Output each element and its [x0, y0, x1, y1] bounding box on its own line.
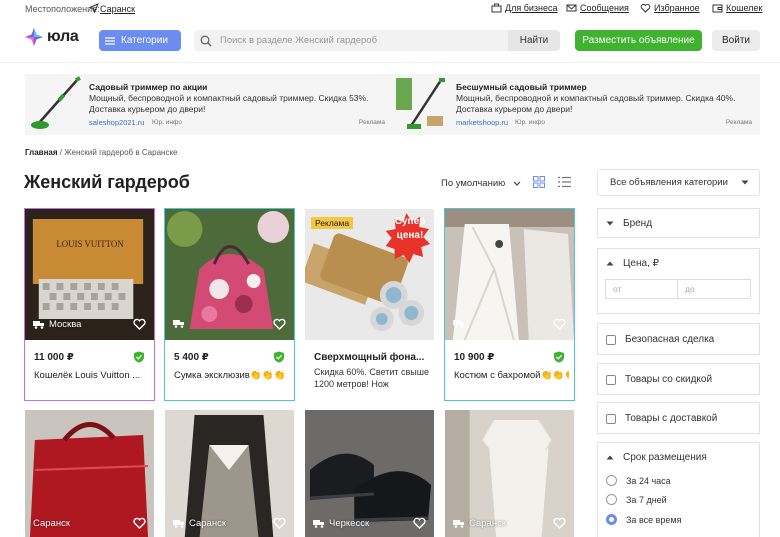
- verified-shield-icon: [274, 351, 284, 363]
- verified-shield-icon: [554, 351, 564, 363]
- delivery-filter[interactable]: Товары с доставкой: [597, 402, 760, 434]
- briefcase-icon: [491, 3, 502, 13]
- chevron-down-icon: [606, 221, 614, 226]
- listing-card[interactable]: 5 400 ₽ Сумка эксклюзив👏👏👏: [164, 208, 295, 401]
- brand-filter[interactable]: Бренд: [597, 208, 760, 238]
- favorites-link[interactable]: Избранное: [640, 3, 700, 13]
- listing-city: Саранск: [453, 518, 506, 529]
- delivery-truck-icon: [173, 520, 184, 528]
- chevron-up-icon: [606, 261, 614, 266]
- trimmer-image: [396, 78, 445, 129]
- listing-title: Костюм с бахромой👏👏👏: [454, 370, 569, 381]
- search-icon: [200, 35, 212, 46]
- trimmer-image: [31, 76, 81, 129]
- search-placeholder: Поиск в разделе Женский гардероб: [220, 35, 378, 46]
- safe-deal-checkbox[interactable]: [606, 334, 616, 345]
- search-input[interactable]: Поиск в разделе Женский гардероб: [194, 30, 508, 51]
- business-link[interactable]: Для бизнеса: [491, 3, 558, 13]
- categories-button[interactable]: Категории: [99, 30, 181, 51]
- wallet-icon: [712, 4, 723, 13]
- listing-city: [453, 319, 465, 328]
- radio-button-selected[interactable]: [606, 514, 617, 525]
- logo-text: юла: [47, 28, 79, 45]
- listing-card[interactable]: Черкесск: [304, 409, 435, 537]
- listing-title: Сверхмощный фона...: [314, 352, 425, 363]
- delivery-truck-icon: [453, 520, 464, 528]
- favorite-heart-icon[interactable]: [273, 318, 286, 330]
- menu-icon: [105, 36, 115, 45]
- listing-title: Кошелёк Louis Vuitton ...: [34, 370, 141, 381]
- heart-icon: [640, 3, 651, 13]
- top-strip: Местоположение: Саранск Для бизнеса Сооб…: [0, 0, 780, 20]
- favorite-heart-icon[interactable]: [553, 318, 566, 330]
- listing-city: Саранск: [173, 518, 226, 529]
- period-option-7d[interactable]: За 7 дней: [606, 494, 667, 505]
- listing-price: 10 900 ₽: [454, 352, 495, 363]
- listing-city: Черкесск: [313, 518, 369, 529]
- delivery-truck-icon: [33, 321, 44, 329]
- login-button[interactable]: Войти: [712, 30, 760, 51]
- listing-card[interactable]: Саранск: [444, 409, 575, 537]
- period-filter: Срок размещения За 24 часа За 7 дней За …: [597, 442, 760, 537]
- logo[interactable]: юла: [24, 27, 79, 47]
- post-ad-button[interactable]: Разместить объявление: [575, 30, 702, 51]
- chevron-down-icon: [741, 180, 749, 185]
- promo-sticker: Супер цена!: [394, 216, 426, 241]
- discount-checkbox[interactable]: [606, 374, 616, 385]
- ad-badge: Реклама: [311, 217, 354, 229]
- listing-card[interactable]: Саранск: [24, 409, 155, 537]
- safe-deal-filter[interactable]: Безопасная сделка: [597, 323, 760, 355]
- favorite-heart-icon[interactable]: [133, 517, 146, 529]
- delivery-truck-icon: [313, 520, 324, 528]
- period-option-24h[interactable]: За 24 часа: [606, 475, 671, 486]
- wallet-link[interactable]: Кошелек: [712, 3, 762, 13]
- radio-button[interactable]: [606, 475, 617, 486]
- logo-star-icon: [25, 28, 43, 46]
- listing-city: Москва: [33, 319, 81, 330]
- listing-description: Скидка 60%. Светит свыше 1200 метров! Но…: [314, 367, 430, 389]
- favorite-heart-icon[interactable]: [273, 517, 286, 529]
- delivery-truck-icon: [173, 320, 184, 328]
- price-from-input[interactable]: от: [605, 279, 678, 299]
- ad-banner-2[interactable]: Бесшумный садовый триммер Мощный, беспро…: [392, 74, 760, 135]
- price-to-input[interactable]: до: [677, 279, 751, 299]
- breadcrumb-home[interactable]: Главная: [25, 148, 58, 157]
- listing-card[interactable]: LOUIS VUITTON Москва 11 000 ₽ Кошелёк Lo…: [24, 208, 155, 401]
- favorite-heart-icon[interactable]: [553, 517, 566, 529]
- find-button[interactable]: Найти: [508, 30, 560, 51]
- period-option-all[interactable]: За все время: [606, 514, 681, 525]
- radio-button[interactable]: [606, 494, 617, 505]
- envelope-icon: [566, 4, 577, 12]
- promoted-listing-card[interactable]: Реклама Супер цена! Сверхмощный фона... …: [304, 208, 435, 401]
- location-city-link[interactable]: Саранск: [100, 4, 135, 14]
- location-arrow-icon: [89, 3, 99, 13]
- favorite-heart-icon[interactable]: [133, 318, 146, 330]
- chevron-up-icon: [606, 455, 614, 460]
- chevron-down-icon: [513, 181, 521, 186]
- listing-city: Саранск: [33, 518, 70, 529]
- ad-source-link[interactable]: marketshoop.ru: [456, 118, 508, 127]
- listing-city: [173, 319, 185, 328]
- verified-shield-icon: [134, 351, 144, 363]
- category-select[interactable]: Все объявления категории: [597, 169, 760, 196]
- messages-link[interactable]: Сообщения: [566, 3, 629, 13]
- discount-filter[interactable]: Товары со скидкой: [597, 363, 760, 395]
- ad-banner-1[interactable]: Садовый триммер по акции Мощный, беспров…: [25, 74, 393, 135]
- breadcrumb: Главная / Женский гардероб в Саранске: [25, 148, 178, 157]
- grid-view-icon[interactable]: [533, 176, 545, 188]
- delivery-truck-icon: [453, 320, 464, 328]
- list-view-icon[interactable]: [558, 176, 571, 188]
- sort-dropdown[interactable]: По умолчанию: [441, 178, 521, 189]
- listing-price: 5 400 ₽: [174, 352, 209, 363]
- favorite-heart-icon[interactable]: [413, 517, 426, 529]
- ad-source-link[interactable]: saleshop2021.ru: [89, 118, 144, 127]
- delivery-checkbox[interactable]: [606, 413, 616, 424]
- listing-price: 11 000 ₽: [34, 352, 74, 363]
- listing-title: Сумка эксклюзив👏👏👏: [174, 370, 286, 381]
- svg-text:LOUIS VUITTON: LOUIS VUITTON: [56, 239, 124, 249]
- listing-card[interactable]: Саранск: [164, 409, 295, 537]
- page-title: Женский гардероб: [24, 172, 190, 192]
- listing-card[interactable]: 10 900 ₽ Костюм с бахромой👏👏👏: [444, 208, 575, 401]
- header-divider: [0, 62, 780, 63]
